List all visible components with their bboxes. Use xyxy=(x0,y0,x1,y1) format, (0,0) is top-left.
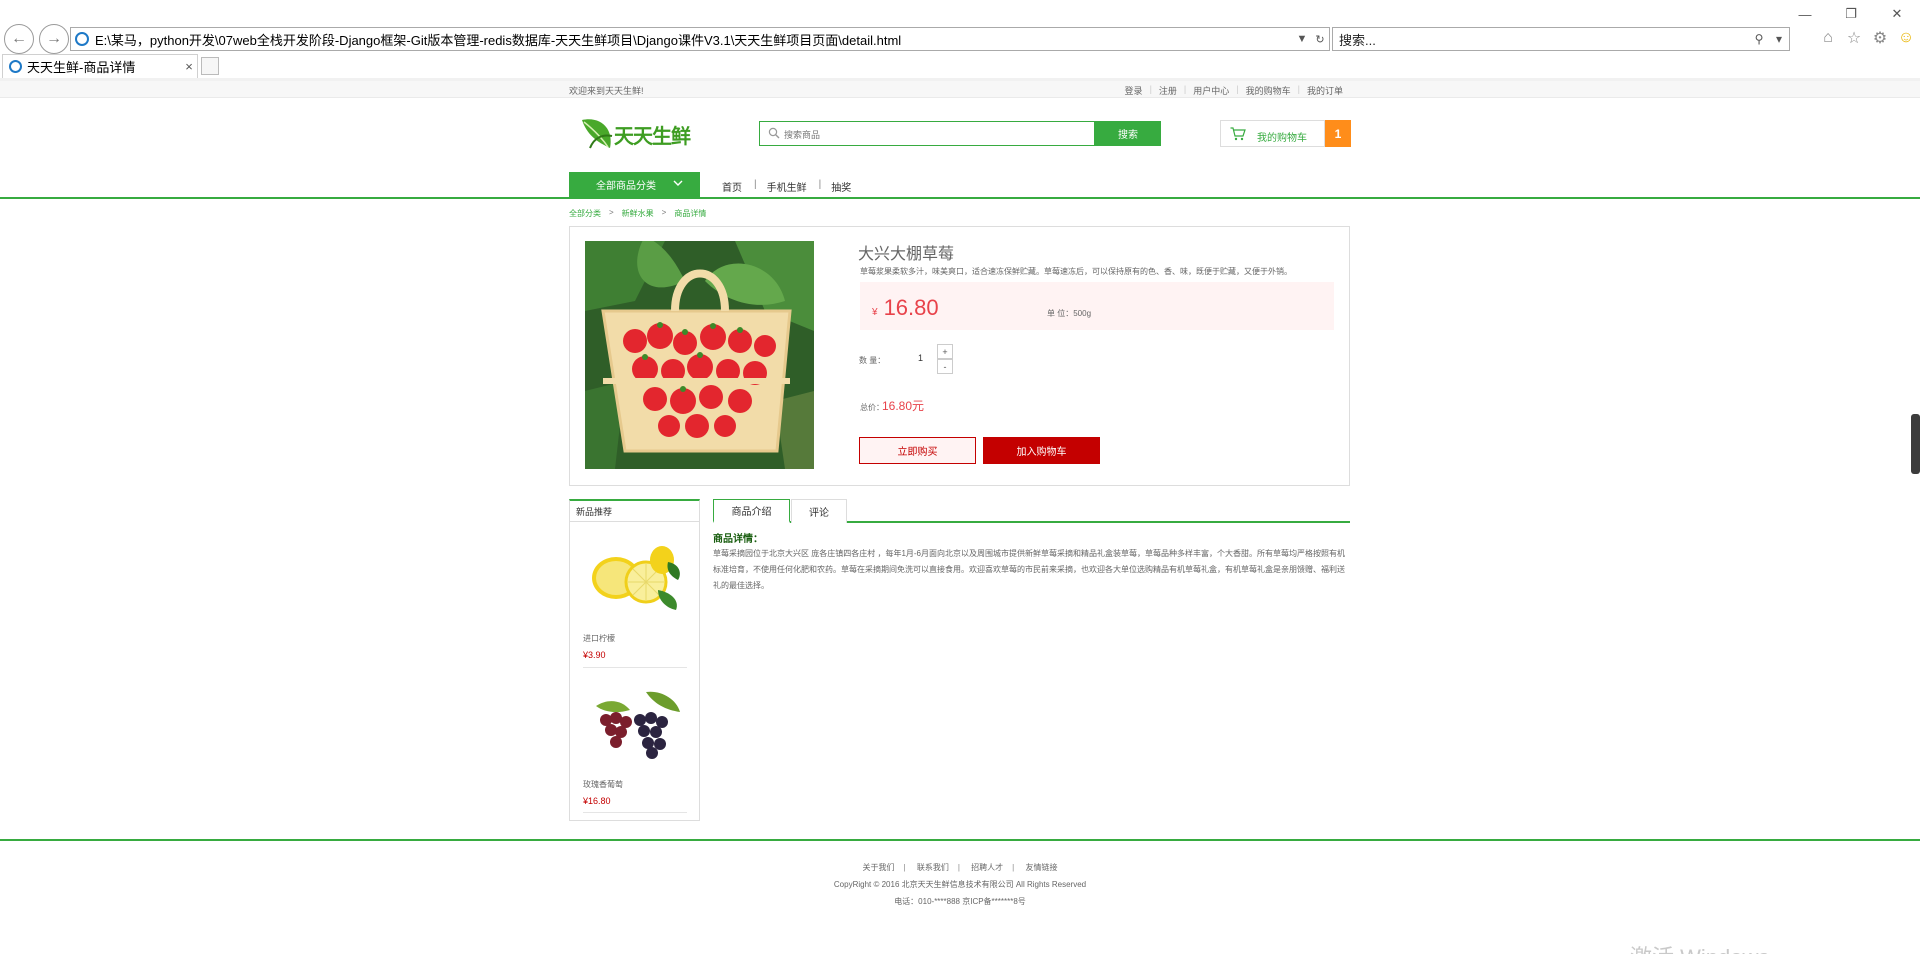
tab-title[interactable]: 天天生鲜-商品详情 xyxy=(27,57,181,76)
cart-icon xyxy=(1230,127,1246,141)
address-url[interactable]: E:\某马，python开发\07web全栈开发阶段-Django框架-Git版… xyxy=(95,30,1293,49)
address-dropdown-icon[interactable]: ▼ xyxy=(1293,33,1311,45)
gear-icon[interactable]: ⚙ xyxy=(1870,28,1890,48)
breadcrumb-detail[interactable]: 商品详情 xyxy=(674,208,706,219)
footer-jobs-link[interactable]: 招聘人才 xyxy=(971,863,1003,872)
browser-tab[interactable]: 天天生鲜-商品详情 × xyxy=(2,54,198,78)
restore-button[interactable]: ❐ xyxy=(1828,0,1874,28)
search-icon[interactable]: ⚲ xyxy=(1749,32,1769,46)
product-detail-text: 草莓采摘园位于北京大兴区 庞各庄镇四各庄村 ，每年1月-6月面向北京以及周围城市… xyxy=(713,549,1345,590)
my-cart-link[interactable]: 我的购物车 xyxy=(1239,84,1298,97)
smiley-icon[interactable]: ☺ xyxy=(1896,28,1916,48)
tab-bar: 天天生鲜-商品详情 × xyxy=(0,54,1920,78)
rec-divider xyxy=(583,667,687,668)
magnifier-icon xyxy=(768,127,780,139)
star-icon[interactable]: ☆ xyxy=(1844,28,1864,48)
tab-comments[interactable]: 评论 xyxy=(791,499,847,523)
buy-now-button[interactable]: 立即购买 xyxy=(859,437,976,464)
tab-product-intro[interactable]: 商品介绍 xyxy=(713,499,790,523)
new-tab-button[interactable] xyxy=(201,57,219,75)
rec-item-price: ¥16.80 xyxy=(583,796,611,806)
rec-item-price: ¥3.90 xyxy=(583,650,606,660)
refresh-icon[interactable]: ↻ xyxy=(1311,33,1329,46)
new-products-divider xyxy=(570,521,699,522)
browser-toolbar-icons: ⌂ ☆ ⚙ ☺ xyxy=(1818,28,1916,48)
footer-friends-link[interactable]: 友情链接 xyxy=(1025,863,1057,872)
login-link[interactable]: 登录 xyxy=(1118,84,1150,97)
cart-label[interactable]: 我的购物车 xyxy=(1257,129,1307,144)
welcome-text: 欢迎来到天天生鲜! xyxy=(569,86,644,96)
search-dropdown-icon[interactable]: ▾ xyxy=(1769,32,1789,46)
site-search-placeholder[interactable]: 搜索商品 xyxy=(784,128,820,141)
nav-divider xyxy=(0,197,1920,199)
unit-info: 单 位：500g xyxy=(1047,308,1091,319)
back-icon: ← xyxy=(11,30,27,47)
window-controls: — ❐ ✕ xyxy=(1782,0,1920,28)
product-description: 草莓浆果柔软多汁，味美爽口，适合速冻保鲜贮藏。草莓速冻后，可以保持原有的色、香、… xyxy=(860,267,1292,276)
site-topbar: 欢迎来到天天生鲜! 登录 | 注册 | 用户中心 | 我的购物车 | 我的订单 xyxy=(0,81,1920,98)
product-image xyxy=(585,241,814,469)
product-name: 大兴大棚草莓 xyxy=(858,246,955,263)
quantity-input[interactable]: 1 xyxy=(918,353,923,363)
back-button[interactable]: ← xyxy=(4,24,34,54)
total-value: 16.80元 xyxy=(882,399,925,413)
browser-chrome: — ❐ ✕ ← → E:\某马，python开发\07web全栈开发阶段-Dja… xyxy=(0,0,1920,81)
footer-contact-link[interactable]: 联系我们 xyxy=(917,863,949,872)
cart-widget[interactable]: 我的购物车 xyxy=(1220,120,1325,147)
product-price: ¥16.80 xyxy=(872,295,939,321)
topbar-links: 登录 | 注册 | 用户中心 | 我的购物车 | 我的订单 xyxy=(1118,84,1350,97)
nav-mobile-fresh[interactable]: 手机生鲜 xyxy=(767,179,813,194)
nav-lottery[interactable]: 抽奖 xyxy=(831,179,857,194)
rec-item-name[interactable]: 玫瑰香葡萄 xyxy=(583,779,623,790)
chevron-down-icon xyxy=(673,180,683,186)
breadcrumb-all[interactable]: 全部分类 xyxy=(569,208,601,219)
grape-image[interactable] xyxy=(586,688,682,762)
minimize-button[interactable]: — xyxy=(1782,0,1828,28)
register-link[interactable]: 注册 xyxy=(1152,84,1184,97)
cart-count-badge[interactable]: 1 xyxy=(1325,120,1351,147)
product-detail-title: 商品详情： xyxy=(713,534,763,545)
logo-text[interactable]: 天天生鲜 xyxy=(614,120,691,149)
currency-symbol: ¥ xyxy=(872,307,878,318)
tab-close-icon[interactable]: × xyxy=(181,59,197,74)
all-categories-button[interactable]: 全部商品分类 xyxy=(569,172,700,197)
site-search-input[interactable]: 搜索商品 xyxy=(759,121,1095,146)
close-window-button[interactable]: ✕ xyxy=(1874,0,1920,28)
breadcrumb-fruit[interactable]: 新鲜水果 xyxy=(622,208,654,219)
footer-copyright: CopyRight © 2016 北京天天生鲜信息技术有限公司 All Righ… xyxy=(833,880,1087,889)
nav-home[interactable]: 首页 xyxy=(722,179,748,194)
unit-label: 单 位： xyxy=(1047,309,1074,318)
rec-divider xyxy=(583,812,687,813)
breadcrumb: 全部分类 > 新鲜水果 > 商品详情 xyxy=(569,208,707,219)
quantity-label: 数 量： xyxy=(859,356,886,365)
address-bar[interactable]: E:\某马，python开发\07web全栈开发阶段-Django框架-Git版… xyxy=(70,27,1330,51)
footer-links: 关于我们 | 联系我们 | 招聘人才 | 友情链接 xyxy=(862,863,1058,872)
price-value: 16.80 xyxy=(883,295,939,320)
footer-about-link[interactable]: 关于我们 xyxy=(863,863,895,872)
browser-search-box[interactable]: 搜索... ⚲ ▾ xyxy=(1332,27,1790,51)
footer-divider xyxy=(0,839,1920,841)
all-categories-label: 全部商品分类 xyxy=(596,181,656,192)
main-nav: 首页 | 手机生鲜 | 抽奖 xyxy=(722,179,857,194)
rec-item-name[interactable]: 进口柠檬 xyxy=(583,633,615,644)
home-icon[interactable]: ⌂ xyxy=(1818,28,1838,48)
unit-value: 500g xyxy=(1073,309,1092,318)
footer-tel: 电话：010-****888 京ICP备*******8号 xyxy=(894,897,1026,906)
ie-tab-icon xyxy=(9,60,22,73)
ie-icon xyxy=(75,32,89,46)
total-label: 总价： xyxy=(860,403,884,412)
forward-icon: → xyxy=(46,30,62,47)
new-products-title: 新品推荐 xyxy=(576,507,613,517)
my-orders-link[interactable]: 我的订单 xyxy=(1300,84,1350,97)
user-center-link[interactable]: 用户中心 xyxy=(1186,84,1236,97)
add-to-cart-button[interactable]: 加入购物车 xyxy=(983,437,1100,464)
search-button[interactable]: 搜索 xyxy=(1095,121,1161,146)
forward-button[interactable]: → xyxy=(39,24,69,54)
lemon-image[interactable] xyxy=(586,540,682,614)
browser-search-placeholder[interactable]: 搜索... xyxy=(1339,30,1749,49)
quantity-minus-button[interactable]: - xyxy=(937,359,953,374)
windows-activation-watermark: 激活 Windows xyxy=(1630,940,1769,954)
side-scroll-handle[interactable] xyxy=(1911,414,1920,474)
quantity-plus-button[interactable]: + xyxy=(937,344,953,359)
